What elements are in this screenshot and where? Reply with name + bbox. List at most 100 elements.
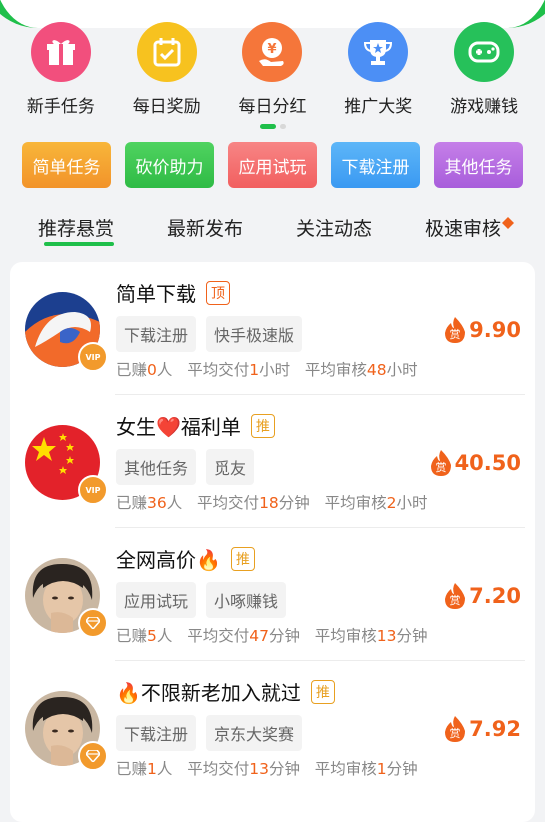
reward-amount: 赏 40.50 [429,449,521,477]
task-stats: 已赚5人 平均交付47分钟 平均审核13分钟 [116,624,428,646]
chip-download-register[interactable]: 下载注册 [331,142,420,188]
tab-recommended[interactable]: 推荐悬赏 [38,214,114,241]
task-row[interactable]: 🔥不限新老加入就过 推 下载注册 京东大奖赛 赏 7.92 已赚1人 平均交付1… [10,661,535,794]
task-tag: 应用试玩 [116,582,197,618]
svg-text:赏: 赏 [450,727,461,740]
task-stats: 已赚0人 平均交付1小时 平均审核48小时 [116,358,418,380]
reward-amount: 赏 9.90 [443,316,521,344]
diamond-badge-icon [78,608,108,638]
nav-game-earn[interactable]: 游戏赚钱 [434,22,534,117]
recommend-badge: 推 [230,546,255,571]
stat-label: 平均审核 [324,494,387,512]
task-title: 🔥不限新老加入就过 [116,681,301,705]
stat-label: 平均交付 [187,760,250,778]
stat-label: 平均审核 [314,760,377,778]
stat-unit: 人 [156,760,173,778]
recommend-badge: 推 [250,413,275,438]
stat-value: 36 [147,494,167,512]
svg-text:赏: 赏 [450,328,461,341]
stat-value: 13 [376,627,397,645]
chip-bargain-help[interactable]: 砍价助力 [125,142,214,188]
task-row[interactable]: 全网高价🔥 推 应用试玩 小啄赚钱 赏 7.20 已赚5人 平均交付47分钟 平… [10,528,535,661]
nav-label: 每日分红 [238,97,307,117]
vip-badge: VIP [78,475,108,505]
svg-text:¥: ¥ [268,42,277,57]
reward-flame-icon: 赏 [445,317,466,343]
stat-unit: 小时 [259,361,291,379]
nav-newbie-task[interactable]: 新手任务 [11,22,111,117]
stat-value: 48 [366,361,387,379]
chip-other-task[interactable]: 其他任务 [434,142,523,188]
stat-unit: 分钟 [386,760,418,778]
reward-flame-icon: 赏 [430,450,451,476]
chip-simple-task[interactable]: 简单任务 [22,142,111,188]
diamond-badge-icon [78,741,108,771]
vip-badge: VIP [78,342,108,372]
stat-label: 平均交付 [187,627,250,645]
tab-latest[interactable]: 最新发布 [167,214,243,241]
nav-daily-reward[interactable]: 每日奖励 [117,22,217,117]
stat-label: 已赚 [116,361,148,379]
stat-unit: 分钟 [278,494,310,512]
svg-text:赏: 赏 [450,594,461,607]
nav-label: 每日奖励 [132,97,201,117]
reward-value: 7.20 [469,584,521,608]
task-title: 全网高价🔥 [116,548,221,572]
reward-flame-icon: 赏 [445,583,466,609]
stat-value: 18 [259,494,279,512]
task-row[interactable]: VIP 女生❤️福利单 推 其他任务 觅友 赏 40.50 已赚36人 平均交付… [10,395,535,528]
category-chips: 简单任务 砍价助力 应用试玩 下载注册 其他任务 [22,142,523,188]
gamepad-icon [454,22,515,82]
indicator-dot-active [259,124,276,129]
stat-label: 平均审核 [314,627,377,645]
reward-value: 7.92 [469,717,521,741]
task-tag: 下载注册 [116,715,197,751]
yen-hand-icon: ¥ [242,22,303,82]
task-tag: 下载注册 [116,316,197,352]
reward-flame-icon: 赏 [445,716,466,742]
tab-hot-badge-icon [502,217,514,229]
stat-label: 平均交付 [197,494,260,512]
stat-unit: 小时 [386,361,418,379]
stat-label: 已赚 [116,627,148,645]
stat-unit: 人 [156,627,173,645]
reward-amount: 赏 7.20 [443,582,521,610]
reward-amount: 赏 7.92 [443,715,521,743]
stat-unit: 人 [156,361,173,379]
stat-label: 已赚 [116,494,148,512]
stat-unit: 分钟 [268,627,300,645]
stat-value: 0 [147,361,157,379]
stat-value: 1 [249,361,260,379]
chip-app-trial[interactable]: 应用试玩 [228,142,317,188]
svg-text:赏: 赏 [435,461,446,474]
task-title: 女生❤️福利单 [116,415,241,439]
stat-unit: 人 [166,494,183,512]
task-row[interactable]: VIP 简单下载 顶 下载注册 快手极速版 赏 9.90 已赚0人 平均交付1小… [10,262,535,395]
recommend-badge: 推 [310,679,335,704]
task-list: VIP 简单下载 顶 下载注册 快手极速版 赏 9.90 已赚0人 平均交付1小… [10,262,535,822]
task-tag: 小啄赚钱 [206,582,287,618]
tab-following[interactable]: 关注动态 [296,214,372,241]
pinned-badge: 顶 [206,280,230,305]
calendar-check-icon [136,22,197,82]
reward-value: 9.90 [469,318,521,342]
active-tab-indicator [44,242,114,246]
tab-fast-review[interactable]: 极速审核 [425,214,501,241]
stat-label: 已赚 [116,760,148,778]
task-title: 简单下载 [116,282,196,306]
task-tag: 其他任务 [116,449,197,485]
stat-unit: 分钟 [396,627,428,645]
page-indicator [0,124,545,129]
trophy-icon [348,22,409,82]
task-stats: 已赚36人 平均交付18分钟 平均审核2小时 [116,491,428,513]
stat-value: 1 [147,760,157,778]
stat-unit: 分钟 [268,760,300,778]
task-tag: 快手极速版 [206,316,303,352]
nav-daily-dividend[interactable]: ¥ 每日分红 [222,22,322,117]
stat-value: 1 [376,760,387,778]
task-stats: 已赚1人 平均交付13分钟 平均审核1分钟 [116,757,418,779]
task-tag: 觅友 [206,449,255,485]
nav-promotion-prize[interactable]: 推广大奖 [328,22,428,117]
stat-label: 平均交付 [187,361,250,379]
stat-value: 13 [249,760,269,778]
